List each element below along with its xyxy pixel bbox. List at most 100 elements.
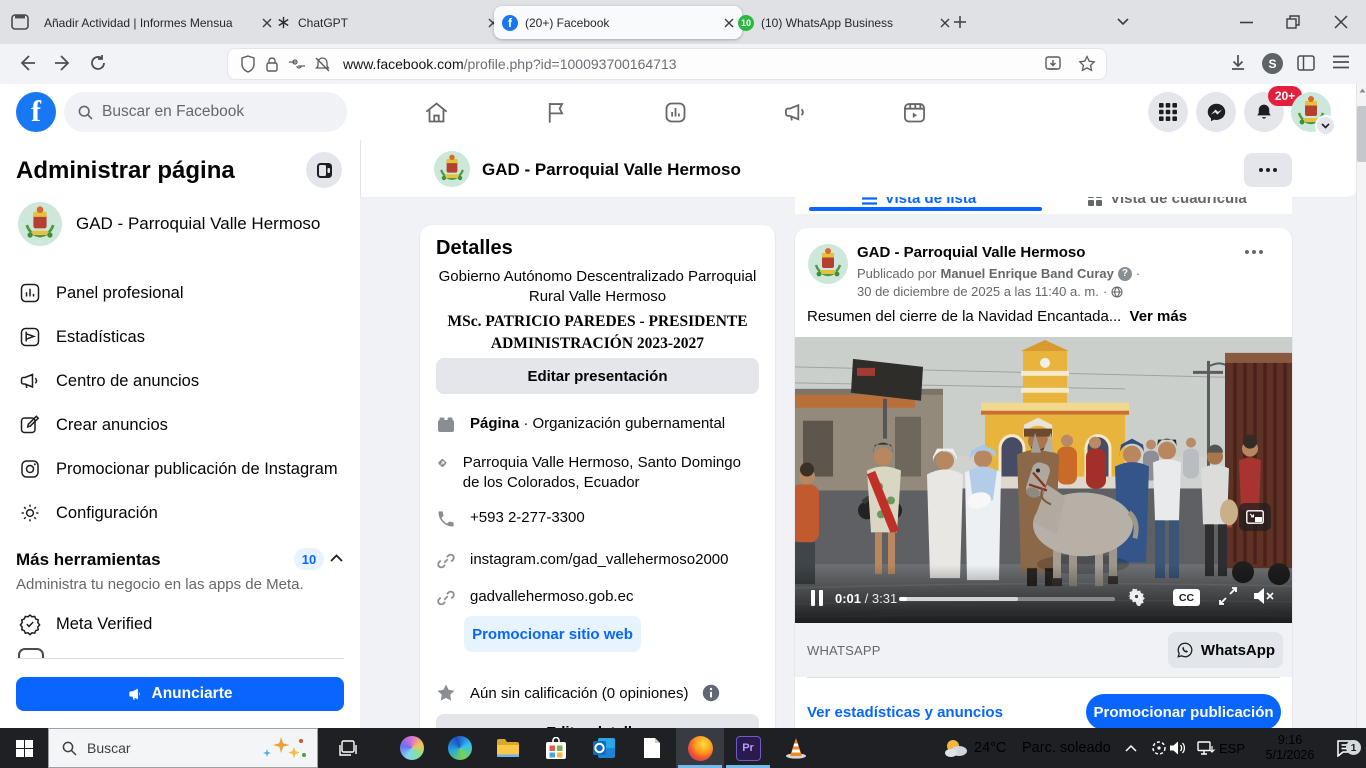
screen: Añadir Actividad | Informes Mensua ChatG… xyxy=(0,0,1366,768)
tray-clock[interactable]: 9:16 5/1/2026 xyxy=(1256,728,1324,768)
sidebar-item-panel-profesional[interactable]: Panel profesional xyxy=(8,271,352,315)
page-header-more-button[interactable] xyxy=(1244,153,1292,187)
bookmark-star-icon[interactable] xyxy=(1078,55,1096,73)
instagram-link[interactable]: instagram.com/gad_vallehermoso2000 xyxy=(470,551,728,568)
nav-pages-flag-icon[interactable] xyxy=(543,99,570,126)
fullscreen-icon[interactable] xyxy=(1219,587,1237,605)
info-icon[interactable] xyxy=(702,684,720,702)
tab-whatsapp[interactable]: 10 (10) WhatsApp Business xyxy=(730,6,958,39)
taskbar-document-icon[interactable] xyxy=(628,728,676,768)
tray-volume-icon[interactable] xyxy=(1164,728,1192,768)
nav-insights-icon[interactable] xyxy=(662,99,689,126)
back-icon[interactable] xyxy=(16,52,38,74)
post-avatar[interactable] xyxy=(808,244,848,284)
post-video[interactable]: 0:01 / 3:31 CC xyxy=(795,337,1292,623)
firefox-view-icon[interactable] xyxy=(10,12,30,32)
sidebar-page-item[interactable]: GAD - Parroquial Valle Hermoso xyxy=(8,198,352,250)
sidebar-item-estadisticas[interactable]: Estadísticas xyxy=(8,315,352,359)
video-settings-gear-icon[interactable] xyxy=(1127,587,1146,606)
apps-grid-icon[interactable] xyxy=(1148,92,1188,132)
stats-link[interactable]: Ver estadísticas y anuncios xyxy=(807,704,1003,721)
facebook-logo[interactable]: f xyxy=(16,92,56,132)
menu-hamburger-icon[interactable] xyxy=(1332,54,1350,70)
start-button[interactable] xyxy=(0,728,48,768)
tab-facebook-active[interactable]: f (20+) Facebook xyxy=(494,6,742,39)
extension-icon[interactable]: S xyxy=(1262,53,1283,74)
taskbar-firefox-icon-active[interactable] xyxy=(676,728,724,768)
sidebar-item-label: Estadísticas xyxy=(56,328,145,347)
nav-video-icon[interactable] xyxy=(901,99,928,126)
sidebar-item-crear-anuncios[interactable]: Crear anuncios xyxy=(8,403,352,447)
lock-icon[interactable] xyxy=(265,56,279,73)
window-minimize-icon[interactable] xyxy=(1240,21,1253,24)
notification-center-icon[interactable]: 1 xyxy=(1326,728,1366,768)
whatsapp-button[interactable]: WhatsApp xyxy=(1168,632,1283,668)
scrollbar-thumb[interactable] xyxy=(1357,106,1366,162)
url-bar[interactable]: www.facebook.com /profile.php?id=1000937… xyxy=(228,49,1106,79)
taskbar-store-icon[interactable] xyxy=(532,728,580,768)
sidebar-item-configuracion[interactable]: Configuración xyxy=(8,491,352,535)
messenger-icon[interactable] xyxy=(1196,92,1236,132)
pause-button[interactable] xyxy=(811,590,823,606)
sidebar-toggle-icon[interactable] xyxy=(1296,53,1316,73)
captions-button[interactable]: CC xyxy=(1173,589,1200,606)
scrollbar-up-icon[interactable] xyxy=(1359,88,1366,93)
list-tabs-icon[interactable] xyxy=(1116,16,1130,26)
facebook-search[interactable]: Buscar en Facebook xyxy=(64,92,347,132)
tray-language[interactable]: ESP xyxy=(1216,728,1248,768)
sidebar-item-meta-verified[interactable]: Meta Verified xyxy=(8,602,352,646)
profile-chevron-icon[interactable] xyxy=(1315,115,1336,136)
details-heading: Detalles xyxy=(436,237,513,260)
website-link[interactable]: gadvallehermoso.gob.ec xyxy=(470,588,633,605)
sidebar-item-promocionar-instagram[interactable]: Promocionar publicación de Instagram xyxy=(8,447,352,491)
pip-button[interactable] xyxy=(1239,503,1271,531)
volume-muted-icon[interactable] xyxy=(1253,587,1275,605)
taskbar-explorer-icon[interactable] xyxy=(484,728,532,768)
forward-icon[interactable] xyxy=(52,52,74,74)
edit-presentation-button[interactable]: Editar presentación xyxy=(436,358,759,394)
weather-temp[interactable]: 24°C xyxy=(974,728,1006,768)
taskbar-copilot-icon[interactable] xyxy=(388,728,436,768)
taskbar-outlook-icon[interactable] xyxy=(580,728,628,768)
scrollbar-track[interactable] xyxy=(1356,84,1366,728)
tab-chatgpt[interactable]: ChatGPT xyxy=(268,6,506,39)
see-more-link[interactable]: Ver más xyxy=(1130,308,1188,325)
post-more-button[interactable] xyxy=(1245,250,1263,254)
notifications-blocked-icon[interactable] xyxy=(314,56,331,73)
taskbar-vlc-icon[interactable] xyxy=(772,728,820,768)
shield-icon[interactable] xyxy=(240,55,256,73)
post-author[interactable]: GAD - Parroquial Valle Hermoso xyxy=(857,244,1085,261)
window-restore-icon[interactable] xyxy=(1286,15,1300,29)
tab-vista-de-lista[interactable]: Vista de lista xyxy=(795,197,1043,207)
reload-icon[interactable] xyxy=(88,53,108,73)
permissions-icon[interactable] xyxy=(288,58,306,70)
taskbar-search-box[interactable]: Buscar xyxy=(48,728,318,768)
advertise-button[interactable]: Anunciarte xyxy=(16,677,344,711)
weather-condition[interactable]: Parc. soleado xyxy=(1022,728,1111,768)
promote-site-button[interactable]: Promocionar sitio web xyxy=(464,616,641,652)
tab-vista-de-cuadricula[interactable]: Vista de cuadrícula xyxy=(1043,197,1292,207)
collapse-sidebar-button[interactable] xyxy=(306,152,342,188)
downloads-icon[interactable] xyxy=(1228,53,1248,73)
save-page-icon[interactable] xyxy=(1044,55,1062,73)
taskbar-premiere-icon[interactable]: Pr xyxy=(724,728,772,768)
chevron-up-icon[interactable] xyxy=(330,554,343,562)
weather-icon[interactable] xyxy=(938,728,974,768)
window-close-icon[interactable] xyxy=(1334,15,1348,29)
promote-post-button[interactable]: Promocionar publicación xyxy=(1086,694,1281,730)
page-header-avatar[interactable] xyxy=(434,151,470,187)
help-icon[interactable]: ? xyxy=(1118,267,1132,281)
advertise-label: Anunciarte xyxy=(152,685,233,703)
tab-close-icon[interactable] xyxy=(940,18,950,28)
tab-informes[interactable]: Añadir Actividad | Informes Mensua xyxy=(36,6,280,39)
nav-home-icon[interactable] xyxy=(423,99,450,126)
nav-ads-megaphone-icon[interactable] xyxy=(782,99,809,126)
tray-chevron-icon[interactable] xyxy=(1118,728,1144,768)
taskbar-edge-icon[interactable] xyxy=(436,728,484,768)
phone-icon xyxy=(436,509,456,529)
post-date[interactable]: 30 de diciembre de 2025 a las 11:40 a. m… xyxy=(857,284,1099,299)
video-progress-track[interactable] xyxy=(899,597,1115,601)
new-tab-icon[interactable] xyxy=(952,14,968,30)
task-view-button[interactable] xyxy=(326,728,370,768)
sidebar-item-centro-anuncios[interactable]: Centro de anuncios xyxy=(8,359,352,403)
